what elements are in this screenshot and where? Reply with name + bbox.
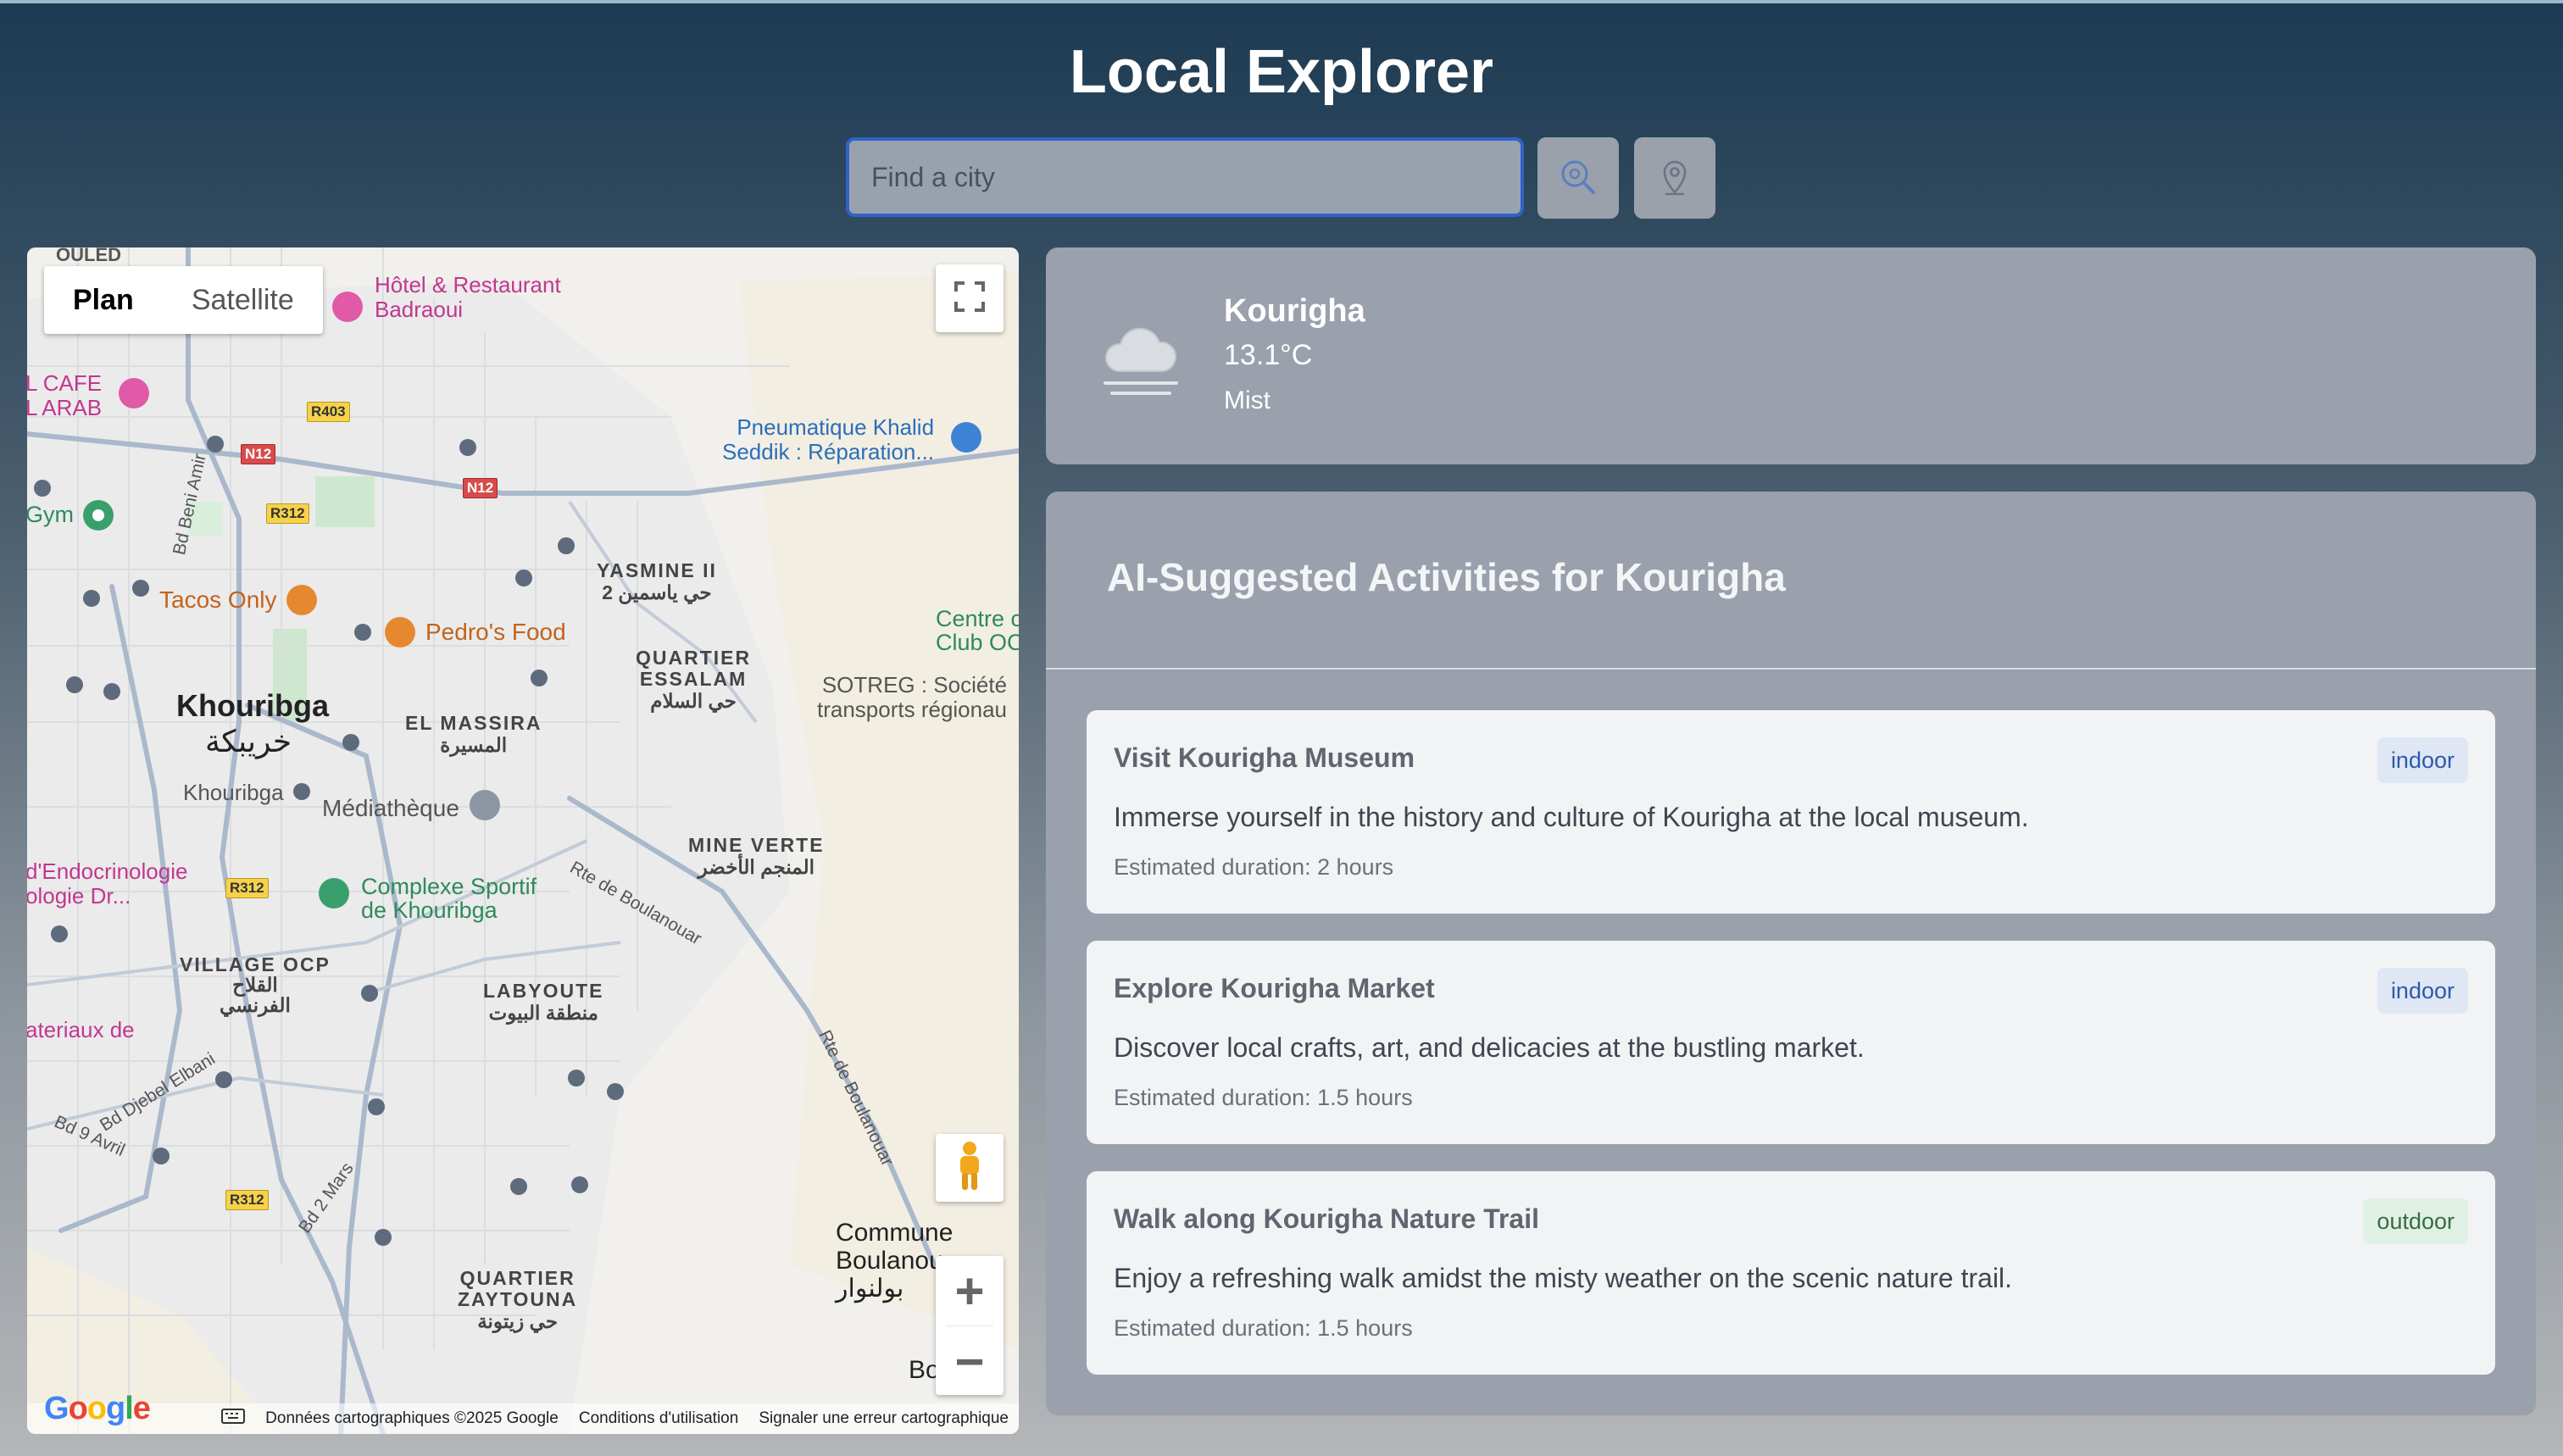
road-shield: N12 <box>463 478 498 498</box>
activity-description: Immerse yourself in the history and cult… <box>1114 802 2029 832</box>
map-label-quartier-zaytouna: QUARTIER ZAYTOUNA حي زيتونة <box>458 1267 578 1332</box>
weather-condition: Mist <box>1224 386 1270 414</box>
map-label-sotreg[interactable]: SOTREG : Société transports régionau <box>817 673 1007 721</box>
map-label-pedros[interactable]: Pedro's Food <box>425 619 566 646</box>
report-error-link[interactable]: Signaler une erreur cartographique <box>759 1409 1009 1428</box>
map-label-ouled: OULED <box>56 247 121 265</box>
activity-description: Enjoy a refreshing walk amidst the misty… <box>1114 1263 2013 1293</box>
activities-divider <box>1046 668 2536 670</box>
map-label-khouribga: Khouribga <box>176 688 329 723</box>
zoom-out-button[interactable]: − <box>936 1326 1004 1396</box>
map-label-el-massira: EL MASSIRA المسيرة <box>405 712 542 757</box>
activity-card[interactable]: Walk along Kourigha Nature Trail outdoor… <box>1087 1171 2495 1375</box>
cloud-mist-icon <box>1100 324 1181 401</box>
map-label-quartier-essalam: QUARTIER ESSALAM حي السلام <box>636 647 752 712</box>
map-label-mine-verte: MINE VERTE المنجم الأخضر <box>688 834 825 879</box>
map-label-endocrinologie[interactable]: d'Endocrinologie ologie Dr... <box>27 859 187 908</box>
map-type-control: Plan Satellite <box>44 266 323 334</box>
city-search-input[interactable] <box>846 137 1524 217</box>
zoom-in-button[interactable]: + <box>936 1256 1004 1325</box>
map-label-hotel[interactable]: Hôtel & Restaurant Badraoui <box>375 273 561 321</box>
activity-title: Visit Kourigha Museum <box>1114 742 1415 773</box>
activity-duration: Estimated duration: 2 hours <box>1114 854 1394 880</box>
map-view[interactable]: OULED Hôtel & Restaurant Badraoui L CAFE… <box>27 247 1019 1434</box>
search-location-icon <box>1558 157 1598 200</box>
locate-me-button[interactable] <box>1634 137 1715 219</box>
road-shield: R403 <box>307 402 350 422</box>
app-title: Local Explorer <box>1069 38 1494 106</box>
activity-duration: Estimated duration: 1.5 hours <box>1114 1315 1413 1341</box>
activity-card[interactable]: Visit Kourigha Museum indoor Immerse you… <box>1087 710 2495 914</box>
map-type-satellite-button[interactable]: Satellite <box>163 266 323 334</box>
search-button[interactable] <box>1537 137 1619 219</box>
map-label-gym[interactable]: Gym <box>27 502 74 528</box>
fullscreen-icon <box>953 280 987 318</box>
map-label-pneumatique[interactable]: Pneumatique Khalid Seddik : Réparation..… <box>722 415 934 464</box>
activity-description: Discover local crafts, art, and delicaci… <box>1114 1032 1865 1063</box>
map-label-cafe[interactable]: L CAFE L ARAB <box>27 371 102 420</box>
map-label-materiaux[interactable]: ateriaux de <box>27 1017 135 1043</box>
keyboard-icon[interactable] <box>221 1409 246 1429</box>
zoom-control: + − <box>936 1256 1004 1395</box>
map-label-tacos[interactable]: Tacos Only <box>159 586 277 614</box>
activity-tag-badge: outdoor <box>2363 1198 2468 1244</box>
activity-tag-badge: indoor <box>2377 968 2468 1014</box>
activities-heading: AI-Suggested Activities for Kourigha <box>1107 555 1786 599</box>
window-top-edge <box>0 0 2563 3</box>
weather-card: Kourigha 13.1°C Mist <box>1046 247 2536 464</box>
map-type-plan-button[interactable]: Plan <box>44 266 163 334</box>
road-shield: N12 <box>241 444 276 464</box>
road-shield: R312 <box>225 1190 269 1210</box>
plus-icon: + <box>954 1262 985 1320</box>
activities-panel: AI-Suggested Activities for Kourigha Vis… <box>1046 492 2536 1415</box>
map-label-labyoute: LABYOUTE منطقة البيوت <box>483 980 604 1025</box>
activity-card[interactable]: Explore Kourigha Market indoor Discover … <box>1087 941 2495 1144</box>
map-label-centre[interactable]: Centre c Club OC <box>936 607 1019 655</box>
road-shield: R312 <box>266 503 309 524</box>
map-label-mediatheque[interactable]: Médiathèque <box>322 795 459 822</box>
activity-title: Explore Kourigha Market <box>1114 973 1435 1003</box>
pegman-icon <box>955 1141 984 1196</box>
map-label-khouribga-station[interactable]: Khouribga <box>183 780 284 806</box>
road-shield: R312 <box>225 878 269 898</box>
fullscreen-button[interactable] <box>936 264 1004 332</box>
activity-tag-badge: indoor <box>2377 737 2468 783</box>
street-view-pegman-button[interactable] <box>936 1134 1004 1202</box>
map-label-village-ocp: VILLAGE OCP القلاح الفرنسي <box>180 953 331 1017</box>
map-label-complexe[interactable]: Complexe Sportif de Khouribga <box>361 875 537 923</box>
map-attribution: Données cartographiques ©2025 Google Con… <box>27 1403 1019 1434</box>
minus-icon: − <box>954 1332 985 1390</box>
google-logo: Google <box>44 1391 151 1426</box>
terms-link[interactable]: Conditions d'utilisation <box>579 1409 738 1428</box>
map-label-yasmine: YASMINE II حي ياسمين 2 <box>597 559 717 604</box>
weather-city: Kourigha <box>1224 293 1365 329</box>
map-data-credit[interactable]: Données cartographiques ©2025 Google <box>265 1409 559 1428</box>
activity-title: Walk along Kourigha Nature Trail <box>1114 1203 1539 1234</box>
weather-temperature: 13.1°C <box>1224 339 1313 371</box>
location-pin-icon <box>1658 158 1692 198</box>
map-label-khouribga-arabic: خريبكة <box>205 724 292 759</box>
activity-duration: Estimated duration: 1.5 hours <box>1114 1085 1413 1110</box>
